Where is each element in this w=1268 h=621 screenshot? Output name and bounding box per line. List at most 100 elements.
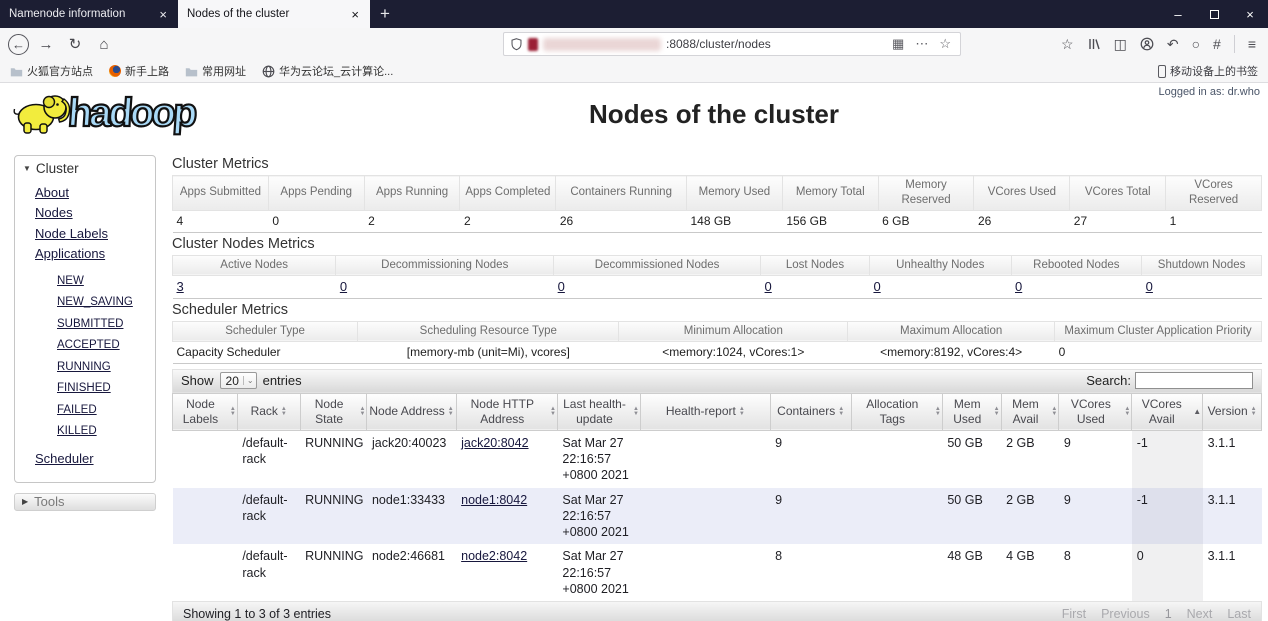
star-icon[interactable]: ☆ [1061, 36, 1074, 53]
shutdown-nodes-link[interactable]: 0 [1146, 279, 1153, 294]
node-http-link[interactable]: node2:8042 [461, 549, 527, 563]
reload-button[interactable]: ↻ [63, 32, 87, 56]
sidebar-item-new-saving[interactable]: NEW_SAVING [57, 290, 147, 311]
col-vcores-used[interactable]: VCores Used ▲ ▼ [1058, 392, 1133, 431]
sidebar-item-new[interactable]: NEW [57, 269, 147, 290]
sidebar-item-running[interactable]: RUNNING [57, 355, 147, 376]
finished-link[interactable]: FINISHED [57, 382, 111, 394]
tab-namenode-information[interactable]: Namenode information × [0, 0, 178, 28]
library-icon[interactable] [1087, 37, 1101, 51]
sidebar-item-killed[interactable]: KILLED [57, 419, 147, 440]
menu-icon[interactable]: ≡ [1248, 36, 1256, 52]
decommissioned-nodes-link[interactable]: 0 [558, 279, 565, 294]
col-node-state[interactable]: Node State ▲ ▼ [299, 392, 368, 431]
extension-icon[interactable]: # [1213, 36, 1221, 52]
sidebar-item-accepted[interactable]: ACCEPTED [57, 333, 147, 354]
pagination-next-button[interactable]: Next [1187, 607, 1213, 621]
unhealthy-nodes-link[interactable]: 0 [873, 279, 880, 294]
sidebar-item-failed[interactable]: FAILED [57, 398, 147, 419]
col-mem-used[interactable]: Mem Used ▲ ▼ [941, 392, 1002, 431]
bookmark-huawei-forum[interactable]: 华为云论坛_云计算论... [262, 63, 393, 79]
new-saving-link[interactable]: NEW_SAVING [57, 296, 133, 308]
hadoop-elephant-icon [13, 95, 71, 134]
col-rack[interactable]: Rack ▲ ▼ [236, 392, 301, 431]
chevron-down-icon: ▼ [23, 164, 31, 173]
window-close-button[interactable]: × [1232, 0, 1268, 28]
search-input[interactable] [1135, 372, 1253, 390]
scheduler-link[interactable]: Scheduler [35, 451, 94, 466]
col-label: Health-report [665, 404, 736, 419]
col-allocation-tags[interactable]: Allocation Tags ▲ ▼ [850, 392, 943, 431]
pagination-last-button[interactable]: Last [1227, 607, 1251, 621]
active-nodes-link[interactable]: 3 [177, 279, 184, 294]
decommissioning-nodes-link[interactable]: 0 [340, 279, 347, 294]
mobile-bookmarks[interactable]: 移动设备上的书签 [1158, 63, 1258, 79]
col-lost-nodes: Lost Nodes [760, 254, 870, 276]
node-http-link[interactable]: node1:8042 [461, 493, 527, 507]
tab-nodes-of-cluster[interactable]: Nodes of the cluster × [178, 0, 370, 28]
col-containers[interactable]: Containers ▲ ▼ [769, 392, 852, 431]
col-node-address[interactable]: Node Address ▲ ▼ [366, 392, 457, 431]
sidebar-item-finished[interactable]: FINISHED [57, 376, 147, 397]
url-bar[interactable]: :8088/cluster/nodes ▦ ⋯ ☆ [503, 32, 961, 56]
url-host-redacted [543, 37, 661, 51]
rebooted-nodes-link[interactable]: 0 [1015, 279, 1022, 294]
showing-entries-text: Showing 1 to 3 of 3 entries [183, 606, 332, 621]
account-icon[interactable] [1140, 37, 1154, 51]
new-link[interactable]: NEW [57, 275, 84, 287]
window-maximize-button[interactable] [1196, 0, 1232, 28]
qr-code-icon[interactable]: ▦ [889, 36, 907, 52]
failed-link[interactable]: FAILED [57, 404, 97, 416]
url-text[interactable]: :8088/cluster/nodes [666, 37, 771, 51]
bookmark-star-icon[interactable]: ☆ [936, 36, 954, 52]
col-node-labels[interactable]: Node Labels ▲ ▼ [172, 392, 238, 431]
col-node-http-address[interactable]: Node HTTP Address ▲ ▼ [455, 392, 558, 431]
bookmark-getting-started[interactable]: 新手上路 [109, 63, 169, 79]
sidebar-item-scheduler[interactable]: Scheduler [35, 449, 147, 469]
bookmark-folder-firefox-official[interactable]: 火狐官方站点 [10, 63, 93, 79]
sync-icon[interactable]: ○ [1192, 36, 1200, 52]
sidebar-item-submitted[interactable]: SUBMITTED [57, 312, 147, 333]
shield-icon[interactable] [510, 37, 523, 51]
window-minimize-button[interactable]: – [1160, 0, 1196, 28]
entries-per-page-select[interactable]: 20 ⌄ [219, 372, 257, 390]
applications-link[interactable]: Applications [35, 246, 105, 261]
col-last-health-update[interactable]: Last health-update ▲ ▼ [556, 392, 641, 431]
nodes-link[interactable]: Nodes [35, 205, 73, 220]
sidebar-item-about[interactable]: About [35, 183, 147, 203]
col-label: Allocation Tags [866, 396, 919, 426]
table-footer: Showing 1 to 3 of 3 entries First Previo… [172, 601, 1262, 621]
pagination-page-1-button[interactable]: 1 [1165, 607, 1172, 621]
pagination-previous-button[interactable]: Previous [1101, 607, 1150, 621]
accepted-link[interactable]: ACCEPTED [57, 339, 120, 351]
back-button[interactable]: ← [8, 33, 29, 55]
col-health-report[interactable]: Health-report ▲ ▼ [639, 392, 771, 431]
col-version[interactable]: Version ▲ ▼ [1202, 392, 1262, 431]
node-http-link[interactable]: jack20:8042 [461, 436, 528, 450]
submitted-link[interactable]: SUBMITTED [57, 318, 123, 330]
running-link[interactable]: RUNNING [57, 361, 111, 373]
killed-link[interactable]: KILLED [57, 425, 97, 437]
cluster-section-header[interactable]: ▼ Cluster [23, 161, 147, 176]
tab-close-icon[interactable]: × [157, 7, 169, 22]
sidebar-item-applications[interactable]: Applications [35, 244, 147, 264]
sidebar-item-nodes[interactable]: Nodes [35, 203, 147, 223]
site-identity-icon-redacted[interactable] [528, 37, 538, 51]
bookmark-folder-common-sites[interactable]: 常用网址 [185, 63, 246, 79]
mem-avail-cell: 2 GB [1006, 435, 1035, 450]
tab-close-icon[interactable]: × [349, 7, 361, 22]
sidebar-item-node-labels[interactable]: Node Labels [35, 224, 147, 244]
new-tab-button[interactable]: + [370, 0, 400, 28]
pagination-first-button[interactable]: First [1062, 607, 1086, 621]
home-button[interactable]: ⌂ [92, 32, 116, 56]
about-link[interactable]: About [35, 185, 69, 200]
node-labels-link[interactable]: Node Labels [35, 226, 108, 241]
tools-section-header[interactable]: ▶ Tools [14, 492, 156, 511]
forward-button[interactable]: → [34, 32, 58, 56]
lost-nodes-link[interactable]: 0 [765, 279, 772, 294]
col-vcores-avail-sorted[interactable]: VCores Avail ▲ [1131, 392, 1204, 431]
col-mem-avail[interactable]: Mem Avail ▲ ▼ [1000, 392, 1060, 431]
undo-icon[interactable]: ↶ [1167, 36, 1179, 53]
sidebar-icon[interactable]: ◫ [1114, 36, 1127, 53]
page-actions-icon[interactable]: ⋯ [912, 36, 931, 52]
